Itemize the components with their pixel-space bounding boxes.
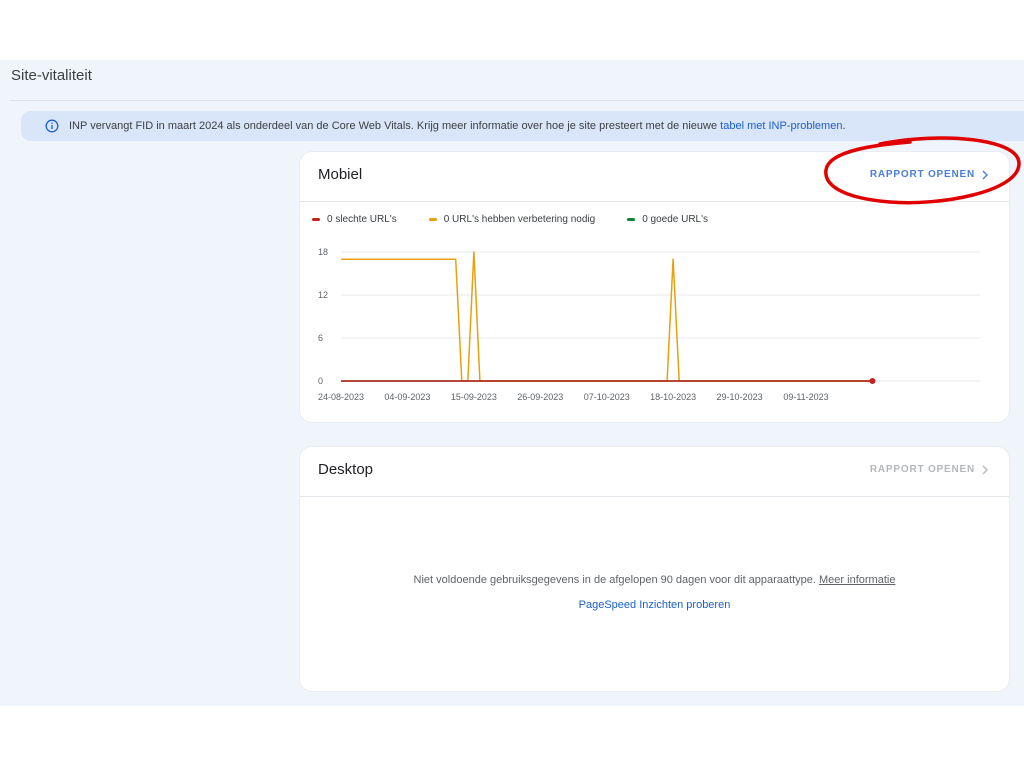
annotation-ellipse [824,136,1021,205]
x-tick-label: 24-08-2023 [318,392,364,402]
x-tick-label: 18-10-2023 [650,392,696,402]
desktop-open-report-button[interactable]: RAPPORT OPENEN [870,464,989,475]
x-tick-label: 15-09-2023 [451,392,497,402]
x-tick-label: 04-09-2023 [384,392,430,402]
no-data-text: Niet voldoende gebruiksgegevens in de af… [413,574,820,586]
desktop-card-header: Desktop RAPPORT OPENEN [300,447,1009,497]
x-tick-label: 07-10-2023 [584,392,630,402]
pagespeed-insights-link[interactable]: PageSpeed Inzichten proberen [300,599,1009,611]
title-divider [10,100,1024,101]
banner-message: INP vervangt FID in maart 2024 als onder… [69,120,721,132]
inp-issues-link[interactable]: tabel met INP-problemen [720,120,842,132]
banner-text: INP vervangt FID in maart 2024 als onder… [69,120,846,132]
banner-suffix: . [842,120,846,132]
more-info-link[interactable]: Meer informatie [819,574,895,586]
x-tick-label: 26-09-2023 [517,392,563,402]
y-tick-label: 12 [318,290,328,300]
no-data-message: Niet voldoende gebruiksgegevens in de af… [300,574,1009,586]
desktop-open-report-label: RAPPORT OPENEN [869,464,975,475]
y-tick-label: 6 [318,333,323,343]
info-icon [45,119,59,133]
series-end-point [869,378,876,384]
page-title: Site-vitaliteit [11,67,92,84]
desktop-card: Desktop RAPPORT OPENEN Niet voldoende ge… [300,447,1009,691]
x-tick-label: 09-11-2023 [783,392,828,402]
chevron-right-icon [981,465,989,475]
x-tick-label: 29-10-2023 [717,392,763,402]
series-line [341,251,873,382]
y-tick-label: 18 [318,247,328,257]
desktop-card-title: Desktop [318,461,374,478]
y-tick-label: 0 [318,376,323,386]
